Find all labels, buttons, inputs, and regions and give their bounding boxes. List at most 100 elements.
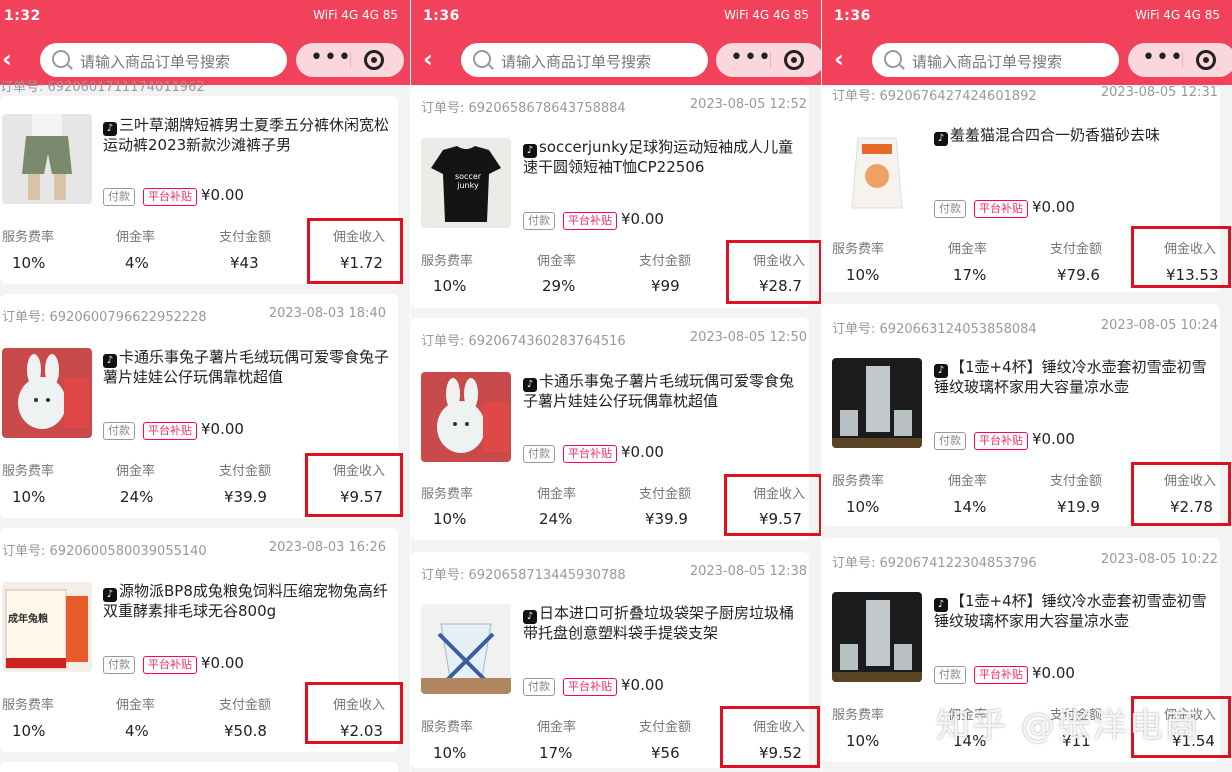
- product-image-bag-holder[interactable]: [421, 604, 511, 694]
- pay-amount-label: 支付金额: [1050, 474, 1103, 489]
- cat-litter-image: [832, 124, 922, 214]
- subsidy-tag: 平台补贴: [143, 656, 197, 674]
- product-title[interactable]: ♪ 【1壶+4杯】锤纹冷水壶套初雪壶初雪锤纹玻璃杯家用大容量凉水壶: [934, 358, 1214, 397]
- order-card-partial[interactable]: [0, 762, 398, 772]
- close-miniapp-icon[interactable]: [1196, 50, 1216, 70]
- commission-rate-value: 24%: [539, 510, 573, 528]
- product-title-text: 卡通乐事兔子薯片毛绒玩偶可爱零食兔子薯片娃娃公仔玩偶靠枕超值: [103, 348, 390, 386]
- product-image-shorts[interactable]: [2, 114, 92, 204]
- subsidy-amount: ¥0.00: [201, 654, 244, 672]
- douyin-icon: ♪: [934, 598, 948, 612]
- fee-rate-value: 10%: [12, 488, 46, 506]
- paid-tag: 付款: [523, 678, 555, 696]
- pay-amount-label: 支付金额: [1050, 242, 1103, 257]
- search-input[interactable]: 请输入商品订单号搜索: [461, 43, 708, 77]
- product-title[interactable]: ♪ 日本进口可折叠垃圾袋架子厨房垃圾桶带托盘创意塑料袋手提袋支架: [523, 604, 803, 643]
- highlight-box: [305, 453, 403, 517]
- fee-rate-label: 服务费率: [421, 487, 474, 502]
- water-jug-image: [832, 358, 922, 448]
- paid-tag: 付款: [103, 656, 135, 674]
- order-label: 订单号:: [2, 310, 46, 325]
- more-icon[interactable]: •••: [1142, 45, 1184, 70]
- screen-panel-1: 1:32 WiFi 4G 4G 85 ‹ 请输入商品订单号搜索 ••• 订单号:…: [0, 0, 410, 772]
- subsidy-tag: 平台补贴: [974, 666, 1028, 684]
- product-image-cat-litter[interactable]: [832, 124, 922, 214]
- product-title-text: 卡通乐事兔子薯片毛绒玩偶可爱零食兔子薯片娃娃公仔玩偶靠枕超值: [523, 372, 795, 410]
- product-title[interactable]: ♪ 三叶草潮牌短裤男士夏季五分裤休闲宽松运动裤2023新款沙滩裤子男: [103, 116, 393, 155]
- product-title-text: 日本进口可折叠垃圾袋架子厨房垃圾桶带托盘创意塑料袋手提袋支架: [523, 604, 795, 642]
- product-title[interactable]: ♪ soccerjunky足球狗运动短袖成人儿童速干圆领短袖T恤CP22506: [523, 138, 803, 177]
- more-icon[interactable]: •••: [310, 45, 352, 70]
- product-title-text: 源物派BP8成兔粮兔饲料压缩宠物兔高纤双重酵素排毛球无谷800g: [103, 582, 388, 620]
- order-label: 订单号:: [832, 556, 876, 571]
- fee-rate-value: 10%: [12, 254, 46, 272]
- subsidy-amount: ¥0.00: [201, 420, 244, 438]
- more-icon[interactable]: •••: [730, 45, 772, 70]
- subsidy-amount: ¥0.00: [621, 676, 664, 694]
- pay-amount-value: ¥39.9: [645, 510, 688, 528]
- fee-rate-label: 服务费率: [421, 254, 474, 269]
- product-image-plush[interactable]: [2, 348, 92, 438]
- product-title[interactable]: ♪ 卡通乐事兔子薯片毛绒玩偶可爱零食兔子薯片娃娃公仔玩偶靠枕超值: [523, 372, 803, 411]
- order-date: 2023-08-05 10:22: [1100, 552, 1218, 567]
- miniapp-capsule: •••: [716, 43, 821, 77]
- back-icon[interactable]: ‹: [2, 47, 12, 71]
- product-title[interactable]: ♪ 源物派BP8成兔粮兔饲料压缩宠物兔高纤双重酵素排毛球无谷800g: [103, 582, 393, 621]
- close-miniapp-icon[interactable]: [364, 50, 384, 70]
- tag-row: 付款 平台补贴 ¥0.00: [103, 186, 244, 206]
- search-icon: [884, 50, 902, 68]
- order-date: 2023-08-03 16:26: [268, 540, 386, 555]
- search-input[interactable]: 请输入商品订单号搜索: [872, 43, 1119, 77]
- paid-tag: 付款: [934, 200, 966, 218]
- product-image-tshirt[interactable]: soccer junky: [421, 138, 511, 228]
- douyin-icon: ♪: [523, 378, 537, 392]
- pay-amount-value: ¥43: [230, 254, 259, 272]
- back-icon[interactable]: ‹: [423, 47, 433, 71]
- subsidy-tag: 平台补贴: [563, 445, 617, 463]
- order-number: 订单号: 6920663124053858084 2023-08-05 10:2…: [832, 318, 1218, 337]
- pay-amount-value: ¥99: [651, 277, 680, 295]
- pay-amount-label: 支付金额: [639, 254, 692, 269]
- bag-holder-image: [421, 604, 511, 694]
- status-time: 1:32: [4, 8, 41, 24]
- product-image-rabbit-food[interactable]: 成年兔粮: [2, 582, 92, 672]
- close-miniapp-icon[interactable]: [784, 50, 804, 70]
- paid-tag: 付款: [103, 188, 135, 206]
- order-id: 6920663124053858084: [879, 322, 1037, 337]
- highlight-box: [720, 706, 820, 768]
- pay-amount-label: 支付金额: [219, 464, 272, 479]
- paid-tag: 付款: [934, 432, 966, 450]
- product-title[interactable]: ♪ 【1壶+4杯】锤纹冷水壶套初雪壶初雪锤纹玻璃杯家用大容量凉水壶: [934, 592, 1214, 631]
- commission-rate-label: 佣金率: [116, 698, 156, 713]
- order-id: 6920600580039055140: [49, 544, 207, 559]
- order-number: 订单号: 6920601711174011962: [0, 76, 205, 95]
- order-date: 2023-08-05 12:38: [689, 564, 807, 579]
- order-date: 2023-08-05 12:52: [689, 97, 807, 112]
- order-number: 订单号: 6920600580039055140 2023-08-03 16:2…: [2, 540, 392, 559]
- product-image-water-jug[interactable]: [832, 358, 922, 448]
- order-label: 订单号:: [2, 544, 46, 559]
- product-image-plush[interactable]: [421, 372, 511, 462]
- product-title[interactable]: ♪ 羞羞猫混合四合一奶香猫砂去味: [934, 126, 1214, 146]
- commission-rate-label: 佣金率: [116, 464, 156, 479]
- tag-row: 付款 平台补贴 ¥0.00: [523, 210, 664, 230]
- tag-row: 付款 平台补贴 ¥0.00: [523, 443, 664, 463]
- paid-tag: 付款: [103, 422, 135, 440]
- product-image-water-jug[interactable]: [832, 592, 922, 682]
- fee-rate-label: 服务费率: [832, 474, 885, 489]
- order-label: 订单号:: [421, 568, 465, 583]
- douyin-icon: ♪: [103, 122, 117, 136]
- highlight-box: [724, 474, 821, 536]
- subsidy-tag: 平台补贴: [143, 422, 197, 440]
- order-id: 6920674122304853796: [879, 556, 1037, 571]
- fee-rate-value: 10%: [846, 498, 880, 516]
- subsidy-amount: ¥0.00: [621, 210, 664, 228]
- tag-row: 付款 平台补贴 ¥0.00: [934, 664, 1075, 684]
- pay-amount-value: ¥56: [651, 744, 680, 762]
- pay-amount-label: 支付金额: [219, 698, 272, 713]
- back-icon[interactable]: ‹: [834, 47, 844, 71]
- status-icons: WiFi 4G 4G 85: [1135, 8, 1220, 22]
- product-title[interactable]: ♪ 卡通乐事兔子薯片毛绒玩偶可爱零食兔子薯片娃娃公仔玩偶靠枕超值: [103, 348, 393, 387]
- search-input[interactable]: 请输入商品订单号搜索: [40, 43, 287, 77]
- status-icons: WiFi 4G 4G 85: [724, 8, 809, 22]
